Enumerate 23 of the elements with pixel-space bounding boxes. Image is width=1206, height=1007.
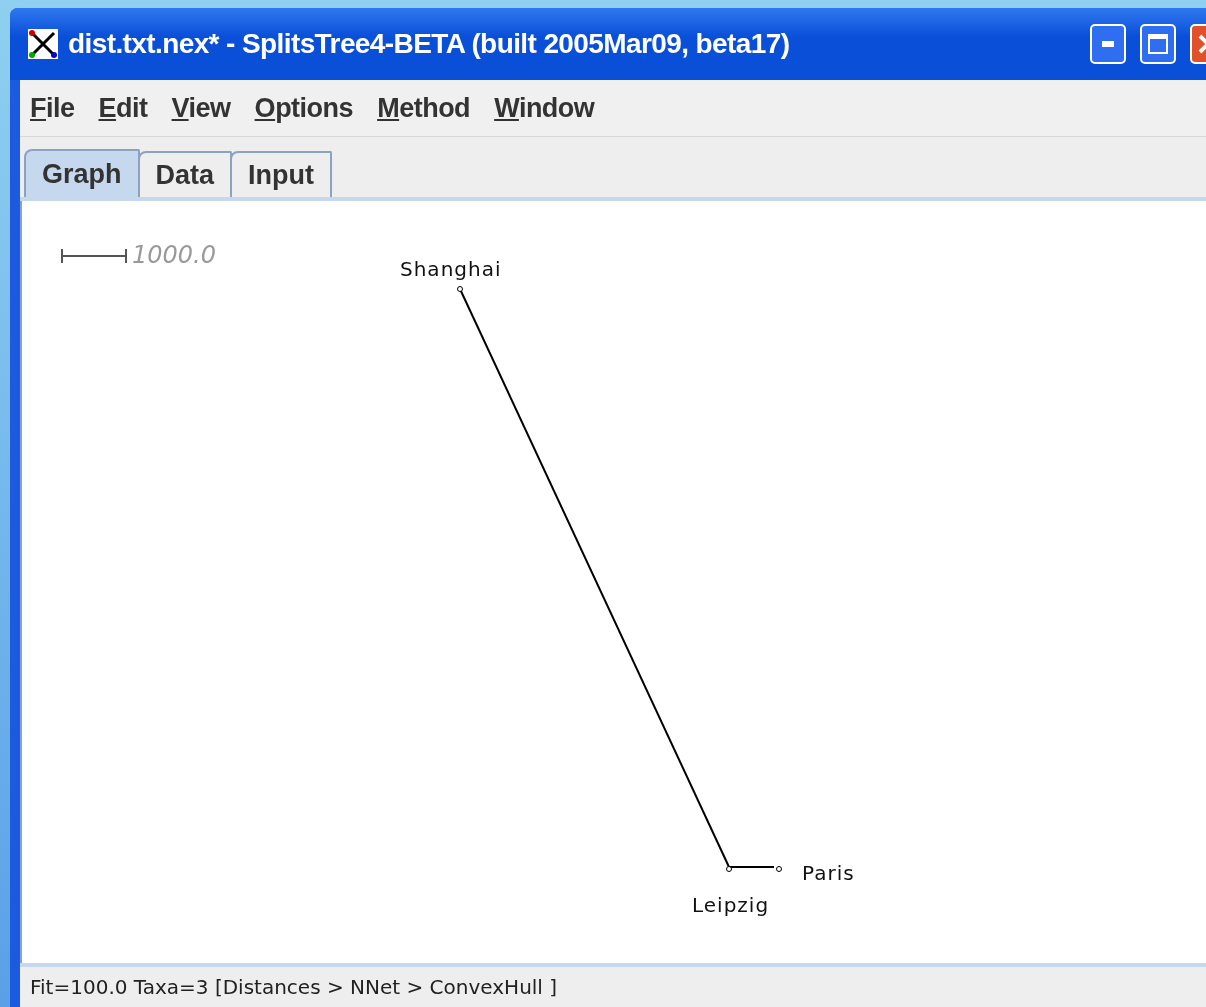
menu-item[interactable]: Window [494,92,595,124]
taxon-label: Leipzig [692,893,770,917]
menu-item[interactable]: Edit [98,92,148,124]
maximize-button[interactable] [1140,24,1176,64]
scale-bar [61,248,127,264]
taxon-label: Paris [802,861,855,885]
taxon-label: Shanghai [400,257,502,281]
maximize-icon [1148,34,1168,54]
menu-item[interactable]: Options [254,92,354,124]
tab[interactable]: Graph [24,149,140,197]
minimize-button[interactable] [1090,24,1126,64]
graph-node [776,866,782,872]
menu-item[interactable]: View [171,92,231,124]
minimize-icon [1102,41,1114,47]
window-title: dist.txt.nex* - SplitsTree4-BETA (built 2005Mar09, beta17) [68,28,791,60]
tab[interactable]: Input [230,151,333,197]
graph-node [726,866,732,872]
menu-item[interactable]: Method [377,92,471,124]
scale-label: 1000.0 [132,241,216,269]
menu-item[interactable]: File [30,92,75,124]
app-icon [28,29,58,59]
graph-node [457,286,463,292]
status-text: Fit=100.0 Taxa=3 [Distances > NNet > ConvexHull ] [30,975,558,999]
